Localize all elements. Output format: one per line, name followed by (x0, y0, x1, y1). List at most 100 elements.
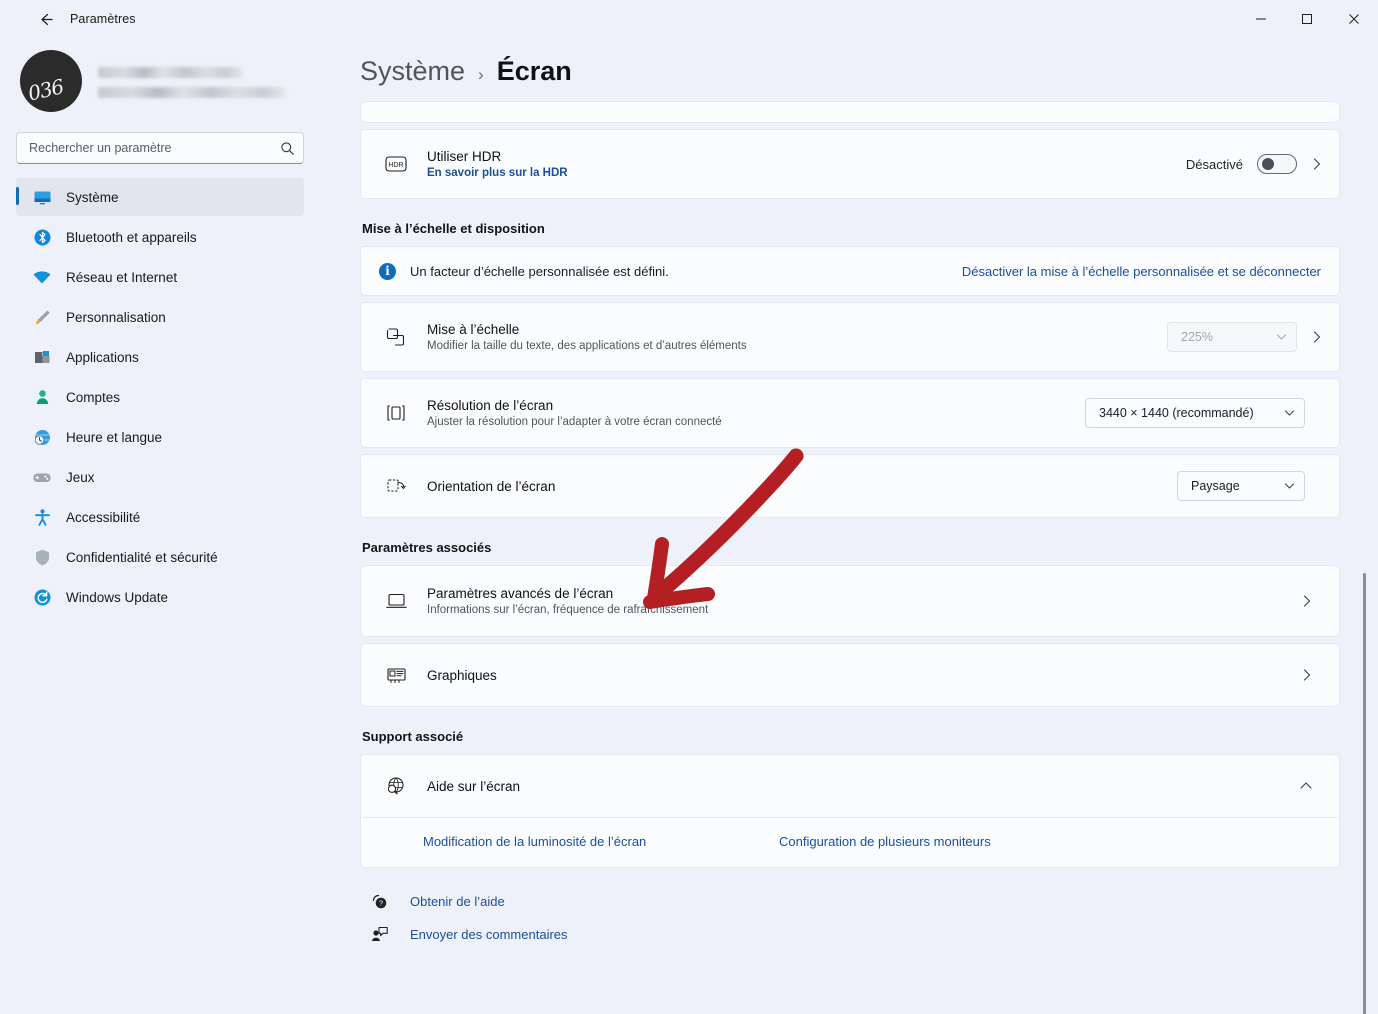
scale-title: Mise à l’échelle (427, 322, 520, 337)
laptop-icon (379, 591, 413, 611)
sidebar-item-confidentialite-et-securite[interactable]: Confidentialité et sécurité (16, 538, 304, 576)
account-email-blur (98, 86, 286, 98)
help-link-multi-monitor[interactable]: Configuration de plusieurs moniteurs (779, 834, 991, 849)
resolution-icon (379, 402, 413, 424)
sidebar-item-bluetooth-et-appareils[interactable]: Bluetooth et appareils (16, 218, 304, 256)
custom-scale-info-text: Un facteur d’échelle personnalisée est d… (410, 263, 669, 279)
chevron-down-icon (1284, 479, 1295, 493)
minimize-button[interactable] (1238, 0, 1284, 38)
account-name-redacted (98, 65, 286, 98)
breadcrumb-parent[interactable]: Système (360, 56, 465, 87)
scale-card[interactable]: Mise à l’échelle Modifier la taille du t… (360, 302, 1340, 372)
sidebar-item-label: Accessibilité (66, 509, 141, 525)
custom-scale-info-card: i Un facteur d’échelle personnalisée est… (360, 246, 1340, 296)
monitor-icon (32, 187, 52, 207)
scale-icon (379, 326, 413, 348)
sidebar-item-applications[interactable]: Applications (16, 338, 304, 376)
search-input[interactable] (16, 132, 304, 164)
sidebar-item-systeme[interactable]: Système (16, 178, 304, 216)
sidebar-item-label: Jeux (66, 469, 95, 485)
sidebar-item-jeux[interactable]: Jeux (16, 458, 304, 496)
chevron-right-icon[interactable] (1301, 668, 1313, 682)
hdr-toggle[interactable] (1257, 154, 1297, 174)
maximize-button[interactable] (1284, 0, 1330, 38)
sidebar-nav: Système Bluetooth et appareils Réseau et… (16, 178, 304, 616)
scaling-section-heading: Mise à l’échelle et disposition (362, 221, 545, 236)
resolution-value: 3440 × 1440 (recommandé) (1099, 406, 1254, 420)
sidebar-item-label: Applications (66, 349, 139, 365)
sidebar-item-heure-et-langue[interactable]: Heure et langue (16, 418, 304, 456)
scrollbar[interactable] (1359, 148, 1369, 1014)
close-button[interactable] (1330, 0, 1378, 38)
hdr-icon: HDR (379, 154, 413, 174)
maximize-icon (1302, 14, 1312, 24)
sidebar-item-label: Bluetooth et appareils (66, 229, 197, 245)
scrollbar-thumb[interactable] (1363, 573, 1366, 1014)
sidebar-item-label: Réseau et Internet (66, 269, 178, 285)
advanced-display-subtitle: Informations sur l’écran, fréquence de r… (427, 604, 709, 616)
account-block[interactable]: 036 (16, 38, 304, 128)
orientation-icon (379, 475, 413, 497)
hdr-card[interactable]: HDR Utiliser HDR En savoir plus sur la H… (360, 129, 1340, 199)
chevron-up-icon[interactable] (1299, 780, 1313, 792)
svg-text:?: ? (378, 899, 382, 908)
sidebar: 036 Rechercher un paramètre Système Blue… (0, 38, 320, 1014)
graphics-card-icon (379, 665, 413, 685)
orientation-card[interactable]: Orientation de l’écran Paysage (360, 454, 1340, 518)
hdr-toggle-value: Désactivé (1185, 156, 1243, 172)
back-arrow-icon (40, 13, 53, 25)
scale-dropdown[interactable]: 225% (1167, 322, 1297, 352)
update-icon (32, 587, 52, 607)
svg-text:HDR: HDR (388, 162, 403, 169)
back-button[interactable] (26, 4, 64, 34)
apps-icon (32, 347, 52, 367)
get-help-link[interactable]: ? Obtenir de l’aide (368, 892, 1340, 911)
sidebar-item-comptes[interactable]: Comptes (16, 378, 304, 416)
sidebar-item-accessibilite[interactable]: Accessibilité (16, 498, 304, 536)
bluetooth-icon (32, 227, 52, 247)
breadcrumb: Système › Écran (330, 38, 1378, 101)
sidebar-item-label: Comptes (66, 389, 121, 405)
search-icon (280, 132, 295, 164)
chevron-down-icon (1284, 406, 1295, 420)
hdr-learn-more-link[interactable]: En savoir plus sur la HDR (427, 167, 1172, 179)
help-link-brightness[interactable]: Modification de la luminosité de l’écran (379, 834, 779, 849)
send-feedback-link[interactable]: Envoyer des commentaires (368, 925, 1340, 944)
chevron-right-icon[interactable] (1311, 157, 1323, 171)
advanced-display-title: Paramètres avancés de l’écran (427, 586, 614, 601)
sidebar-item-label: Confidentialité et sécurité (66, 549, 218, 565)
clock-globe-icon (32, 427, 52, 447)
shield-icon (32, 547, 52, 567)
minimize-icon (1256, 18, 1266, 20)
hdr-title: Utiliser HDR (427, 149, 502, 164)
info-icon: i (379, 262, 396, 280)
graphics-card[interactable]: Graphiques (360, 643, 1340, 707)
sidebar-item-reseau-et-internet[interactable]: Réseau et Internet (16, 258, 304, 296)
help-icon: ? (368, 892, 390, 911)
main-content: Système › Écran HDR Utiliser HDR En savo… (320, 38, 1378, 1014)
breadcrumb-separator: › (478, 65, 484, 84)
display-help-card: Aide sur l’écran Modification de la lumi… (360, 754, 1340, 868)
orientation-dropdown[interactable]: Paysage (1177, 471, 1305, 501)
sidebar-item-personnalisation[interactable]: Personnalisation (16, 298, 304, 336)
disable-custom-scaling-link[interactable]: Désactiver la mise à l’échelle personnal… (962, 264, 1321, 279)
chevron-right-icon[interactable] (1311, 330, 1323, 344)
title-bar: Paramètres (0, 0, 1378, 38)
sidebar-item-windows-update[interactable]: Windows Update (16, 578, 304, 616)
chevron-down-icon (1276, 330, 1287, 344)
display-help-header[interactable]: Aide sur l’écran (361, 755, 1339, 817)
resolution-subtitle: Ajuster la résolution pour l’adapter à v… (427, 416, 722, 428)
chevron-right-icon[interactable] (1301, 594, 1313, 608)
settings-window: Paramètres 036 Rechercher un paramètre S… (0, 0, 1378, 1014)
resolution-card[interactable]: Résolution de l’écran Ajuster la résolut… (360, 378, 1340, 448)
previous-setting-card-partial (360, 101, 1340, 123)
resolution-dropdown[interactable]: 3440 × 1440 (recommandé) (1085, 398, 1305, 428)
get-help-label: Obtenir de l’aide (410, 894, 505, 909)
feedback-icon (368, 925, 390, 944)
search-box[interactable] (16, 132, 304, 164)
window-body: 036 Rechercher un paramètre Système Blue… (0, 38, 1378, 1014)
window-controls (1238, 0, 1378, 38)
advanced-display-card[interactable]: Paramètres avancés de l’écran Informatio… (360, 565, 1340, 637)
graphics-title: Graphiques (427, 667, 497, 683)
paintbrush-icon (32, 307, 52, 327)
